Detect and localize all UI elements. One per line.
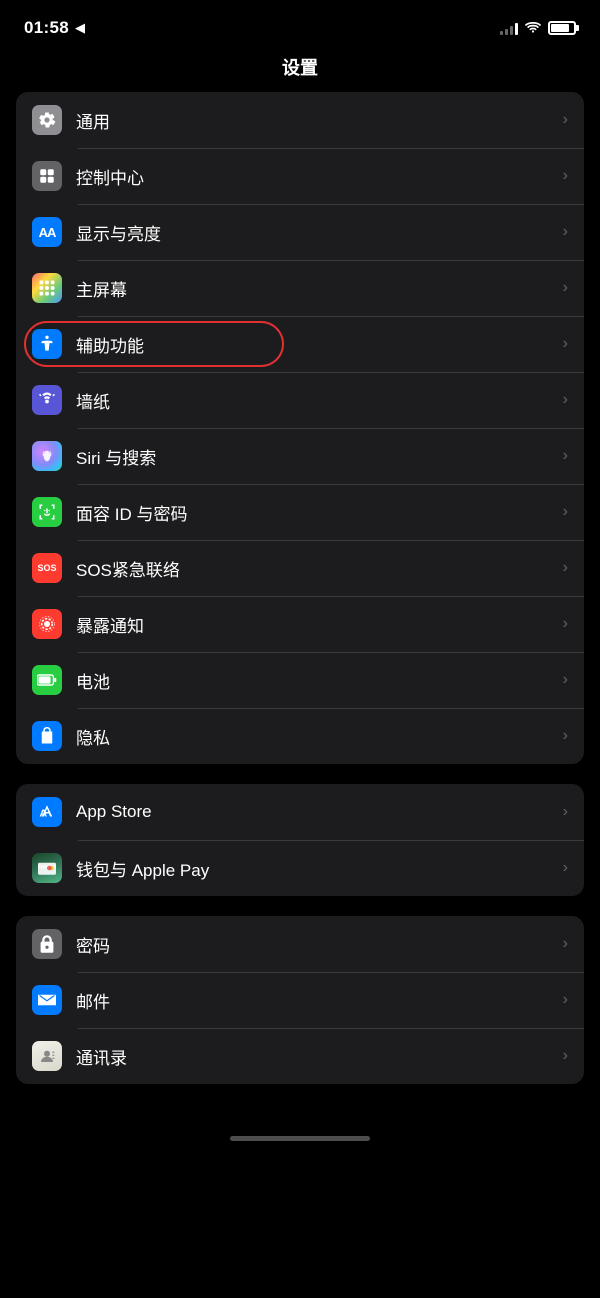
- label-xianshi: 显示与亮度: [76, 220, 563, 245]
- label-dianci: 电池: [76, 668, 563, 693]
- icon-yinsi: [32, 721, 62, 751]
- icon-tongyong: [32, 105, 62, 135]
- row-youjian[interactable]: 邮件 ›: [16, 972, 584, 1028]
- chevron-baolou: ›: [563, 615, 568, 633]
- chevron-tongxunlu: ›: [563, 1047, 568, 1065]
- settings-section-3: 密码 › 邮件 › 通讯录 ›: [16, 916, 584, 1084]
- icon-wallet: [32, 853, 62, 883]
- icon-fuzhugongneng: [32, 329, 62, 359]
- icon-xianshi: AA: [32, 217, 62, 247]
- chevron-faceid: ›: [563, 503, 568, 521]
- icon-siri: [32, 441, 62, 471]
- chevron-tongyong: ›: [563, 111, 568, 129]
- chevron-fuzhugongneng: ›: [563, 335, 568, 353]
- status-bar: 01:58 ◀: [0, 0, 600, 50]
- icon-youjian: [32, 985, 62, 1015]
- row-tongxunlu[interactable]: 通讯录 ›: [16, 1028, 584, 1084]
- page-title: 设置: [0, 50, 600, 92]
- label-mima: 密码: [76, 932, 563, 957]
- row-xianshi[interactable]: AA 显示与亮度 ›: [16, 204, 584, 260]
- label-wallet: 钱包与 Apple Pay: [76, 856, 563, 881]
- icon-qiangzhi: [32, 385, 62, 415]
- icon-kongzhizhongxin: [32, 161, 62, 191]
- row-dianci[interactable]: 电池 ›: [16, 652, 584, 708]
- icon-baolou: [32, 609, 62, 639]
- chevron-xianshi: ›: [563, 223, 568, 241]
- row-wallet[interactable]: 钱包与 Apple Pay ›: [16, 840, 584, 896]
- signal-icon: [500, 21, 518, 35]
- row-tongyong[interactable]: 通用 ›: [16, 92, 584, 148]
- label-sos: SOS紧急联络: [76, 556, 563, 581]
- location-icon: ◀: [75, 20, 85, 36]
- chevron-kongzhizhongxin: ›: [563, 167, 568, 185]
- icon-sos: SOS: [32, 553, 62, 583]
- home-indicator: [0, 1124, 600, 1149]
- label-tongxunlu: 通讯录: [76, 1044, 563, 1069]
- label-tongyong: 通用: [76, 108, 563, 133]
- chevron-sos: ›: [563, 559, 568, 577]
- icon-zhupingmu: [32, 273, 62, 303]
- settings-section-2: A App Store › 钱包与 Apple Pay ›: [16, 784, 584, 896]
- icon-faceid: [32, 497, 62, 527]
- label-faceid: 面容 ID 与密码: [76, 500, 563, 525]
- chevron-mima: ›: [563, 935, 568, 953]
- home-bar: [230, 1136, 370, 1141]
- row-faceid[interactable]: 面容 ID 与密码 ›: [16, 484, 584, 540]
- chevron-zhupingmu: ›: [563, 279, 568, 297]
- icon-mima: [32, 929, 62, 959]
- chevron-appstore: ›: [563, 803, 568, 821]
- chevron-dianci: ›: [563, 671, 568, 689]
- chevron-siri: ›: [563, 447, 568, 465]
- label-yinsi: 隐私: [76, 724, 563, 749]
- label-zhupingmu: 主屏幕: [76, 276, 563, 301]
- settings-section-1: 通用 › 控制中心 › AA 显示与亮度 ›: [16, 92, 584, 764]
- row-appstore[interactable]: A App Store ›: [16, 784, 584, 840]
- label-baolou: 暴露通知: [76, 612, 563, 637]
- status-time: 01:58: [24, 18, 69, 38]
- row-qiangzhi[interactable]: 墙纸 ›: [16, 372, 584, 428]
- row-zhupingmu[interactable]: 主屏幕 ›: [16, 260, 584, 316]
- chevron-qiangzhi: ›: [563, 391, 568, 409]
- status-icons: [500, 21, 576, 35]
- label-qiangzhi: 墙纸: [76, 388, 563, 413]
- label-kongzhizhongxin: 控制中心: [76, 164, 563, 189]
- row-kongzhizhongxin[interactable]: 控制中心 ›: [16, 148, 584, 204]
- chevron-youjian: ›: [563, 991, 568, 1009]
- battery-icon: [548, 21, 576, 35]
- icon-tongxunlu: [32, 1041, 62, 1071]
- label-youjian: 邮件: [76, 988, 563, 1013]
- icon-dianci: [32, 665, 62, 695]
- label-siri: Siri 与搜索: [76, 444, 563, 469]
- row-fuzhugongneng[interactable]: 辅助功能 ›: [16, 316, 584, 372]
- label-fuzhugongneng: 辅助功能: [76, 332, 563, 357]
- row-siri[interactable]: Siri 与搜索 ›: [16, 428, 584, 484]
- row-yinsi[interactable]: 隐私 ›: [16, 708, 584, 764]
- chevron-yinsi: ›: [563, 727, 568, 745]
- row-baolou[interactable]: 暴露通知 ›: [16, 596, 584, 652]
- row-mima[interactable]: 密码 ›: [16, 916, 584, 972]
- wifi-icon: [524, 21, 542, 35]
- icon-appstore: A: [32, 797, 62, 827]
- row-sos[interactable]: SOS SOS紧急联络 ›: [16, 540, 584, 596]
- label-appstore: App Store: [76, 802, 563, 822]
- chevron-wallet: ›: [563, 859, 568, 877]
